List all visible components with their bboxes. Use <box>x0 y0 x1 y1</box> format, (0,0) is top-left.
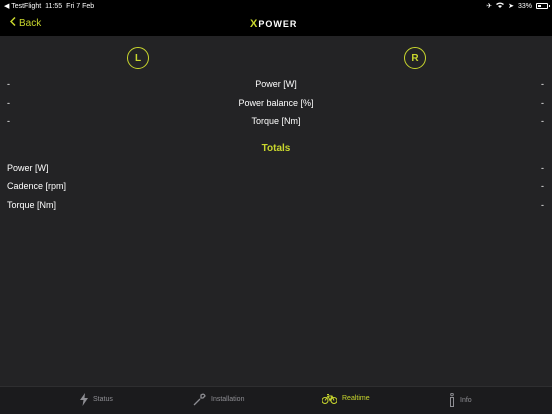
status-bar: ◀ TestFlight 11:55 Fri 7 Feb ✈ ➤ 33% <box>0 0 552 12</box>
status-time: 11:55 <box>45 2 63 10</box>
bicycle-icon <box>322 393 337 404</box>
total-power-row: Power [W] - <box>0 163 552 177</box>
tab-info[interactable]: Info <box>449 393 472 407</box>
tab-label: Status <box>93 396 113 403</box>
tab-installation[interactable]: Installation <box>193 393 244 406</box>
wifi-icon <box>496 2 505 10</box>
status-date: Fri 7 Feb <box>66 2 95 10</box>
row-label: Torque [Nm] <box>7 200 57 210</box>
total-value: - <box>541 163 544 173</box>
wrench-icon <box>193 393 206 406</box>
tab-label: Realtime <box>342 395 370 402</box>
info-icon <box>449 393 455 407</box>
tab-label: Installation <box>211 396 245 403</box>
row-label: Power [W] <box>7 163 49 173</box>
total-torque-row: Torque [Nm] - <box>0 200 552 214</box>
tab-status[interactable]: Status <box>80 393 113 406</box>
total-cadence-row: Cadence [rpm] - <box>0 181 552 195</box>
right-side-badge: R <box>404 47 426 69</box>
tab-label: Info <box>460 396 472 404</box>
app-screen: ◀ TestFlight 11:55 Fri 7 Feb ✈ ➤ 33% Bac… <box>0 0 552 414</box>
row-label: Cadence [rpm] <box>7 181 67 191</box>
power-row: - Power [W] - <box>0 79 552 93</box>
navigation-bar: Back XPOWER <box>0 12 552 36</box>
tab-realtime[interactable]: Realtime <box>322 393 370 404</box>
total-value: - <box>541 181 544 191</box>
location-icon: ➤ <box>508 3 514 10</box>
right-value: - <box>541 116 544 126</box>
total-value: - <box>541 200 544 210</box>
back-label: Back <box>19 17 42 29</box>
back-to-app-link[interactable]: ◀ TestFlight <box>4 2 41 10</box>
row-label: Torque [Nm] <box>251 116 301 126</box>
totals-heading: Totals <box>261 143 291 154</box>
lightning-icon <box>80 393 88 406</box>
chevron-left-icon <box>9 16 16 29</box>
right-value: - <box>541 98 544 108</box>
battery-percent: 33% <box>517 2 532 10</box>
xpower-logo: XPOWER <box>250 18 298 30</box>
airplane-icon: ✈ <box>486 3 493 10</box>
power-balance-row: - Power balance [%] - <box>0 98 552 112</box>
right-value: - <box>541 79 544 89</box>
row-label: Power [W] <box>255 79 297 89</box>
torque-row: - Torque [Nm] - <box>0 116 552 130</box>
row-label: Power balance [%] <box>238 98 314 108</box>
back-button[interactable]: Back <box>9 16 42 29</box>
tab-bar: Status Installation Realtime Info <box>0 386 552 414</box>
left-side-badge: L <box>127 47 149 69</box>
battery-icon <box>536 3 550 9</box>
